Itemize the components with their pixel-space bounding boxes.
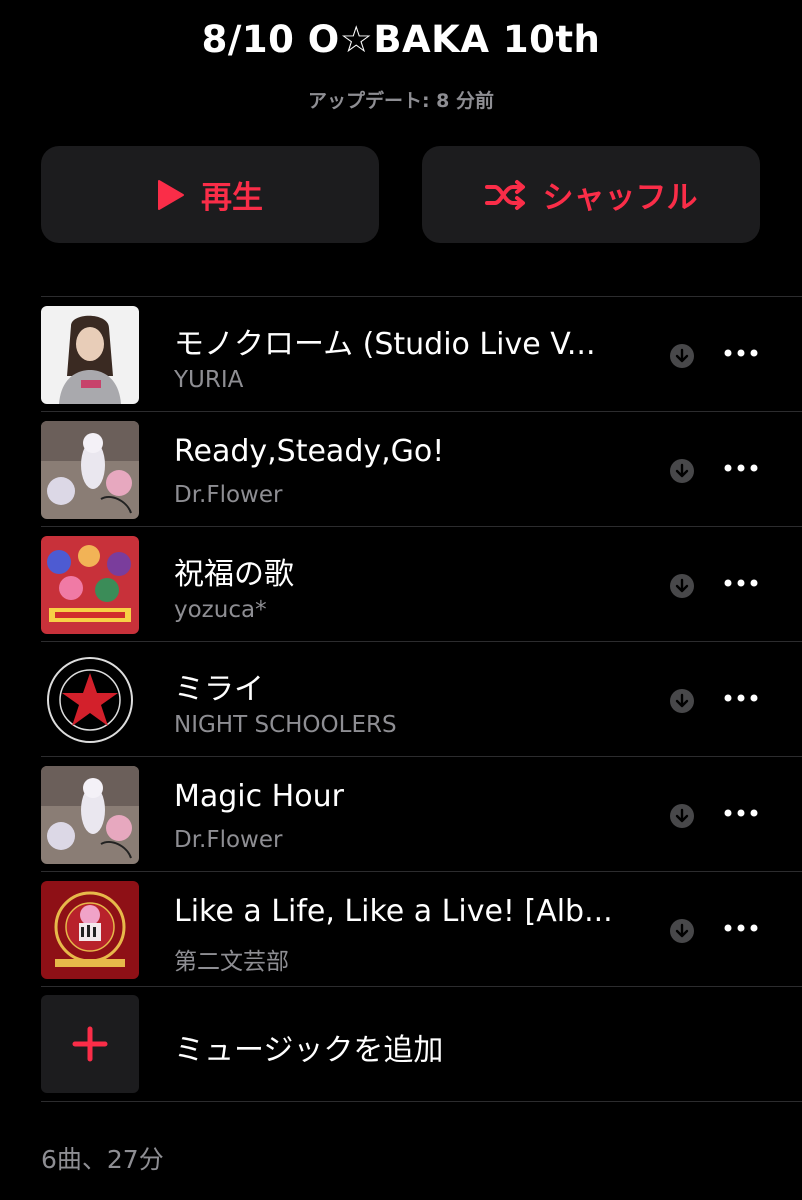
plus-icon[interactable] (41, 995, 139, 1093)
track-title: Magic Hour (174, 779, 344, 814)
track-artist: Dr.Flower (174, 827, 283, 853)
more-icon[interactable] (721, 333, 761, 373)
download-icon[interactable] (669, 918, 695, 944)
album-artwork (41, 881, 139, 979)
track-row[interactable]: 祝福の歌 yozuca* (41, 526, 802, 641)
update-status: アップデート: 8 分前 (307, 90, 495, 112)
track-title: 祝福の歌 (174, 557, 294, 592)
play-button-label: 再生 (201, 180, 263, 216)
shuffle-button[interactable]: シャッフル (422, 146, 760, 243)
download-icon[interactable] (669, 458, 695, 484)
more-icon[interactable] (721, 448, 761, 488)
playlist-summary: 6曲、27分 (41, 1145, 164, 1174)
album-artwork (41, 651, 139, 749)
track-artist: 第二文芸部 (174, 949, 289, 975)
track-title: Ready,Steady,Go! (174, 434, 445, 469)
more-icon[interactable] (721, 563, 761, 603)
track-title: ミライ (174, 672, 264, 707)
track-row[interactable]: Like a Life, Like a Live! [Alb... 第二文芸部 (41, 871, 802, 986)
shuffle-button-label: シャッフル (542, 180, 698, 216)
download-icon[interactable] (669, 688, 695, 714)
album-artwork (41, 536, 139, 634)
track-title: Like a Life, Like a Live! [Alb... (174, 894, 613, 929)
track-list: モノクローム (Studio Live V... YURIA Ready,Ste… (41, 296, 802, 1102)
more-icon[interactable] (721, 678, 761, 718)
album-artwork (41, 306, 139, 404)
track-artist: NIGHT SCHOOLERS (174, 712, 397, 738)
play-icon (157, 179, 185, 211)
track-artist: YURIA (174, 367, 244, 393)
playlist-title: 8/10 O☆BAKA 10th (201, 18, 601, 61)
download-icon[interactable] (669, 343, 695, 369)
download-icon[interactable] (669, 573, 695, 599)
album-artwork (41, 766, 139, 864)
track-row[interactable]: モノクローム (Studio Live V... YURIA (41, 296, 802, 411)
download-icon[interactable] (669, 803, 695, 829)
track-row[interactable]: Ready,Steady,Go! Dr.Flower (41, 411, 802, 526)
add-music-row[interactable]: ミュージックを追加 (41, 986, 802, 1102)
play-button[interactable]: 再生 (41, 146, 379, 243)
more-icon[interactable] (721, 908, 761, 948)
track-row[interactable]: ミライ NIGHT SCHOOLERS (41, 641, 802, 756)
track-title: モノクローム (Studio Live V... (174, 327, 596, 362)
track-artist: Dr.Flower (174, 482, 283, 508)
add-music-label: ミュージックを追加 (174, 1033, 444, 1068)
track-row[interactable]: Magic Hour Dr.Flower (41, 756, 802, 871)
more-icon[interactable] (721, 793, 761, 833)
track-artist: yozuca* (174, 597, 267, 623)
shuffle-icon (484, 179, 527, 211)
album-artwork (41, 421, 139, 519)
